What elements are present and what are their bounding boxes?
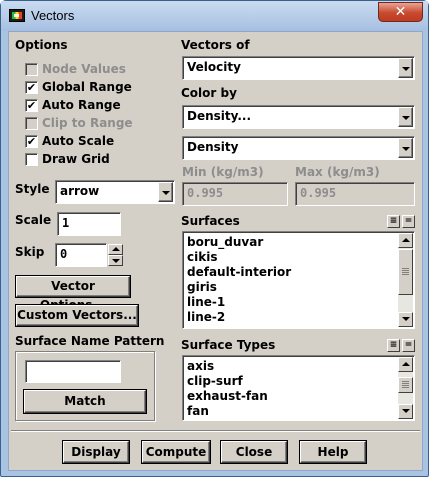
chevron-down-icon[interactable]	[158, 182, 173, 202]
scrollbar-thumb[interactable]	[398, 249, 413, 295]
list-item[interactable]: axis	[187, 359, 214, 373]
compute-button[interactable]: Compute	[142, 441, 210, 463]
scroll-up-icon[interactable]	[398, 233, 413, 248]
style-label: Style	[15, 182, 50, 196]
scrollbar-thumb[interactable]	[398, 377, 413, 393]
list-item[interactable]: giris	[187, 280, 217, 294]
global-range-label: Global Range	[42, 80, 132, 94]
chevron-down-icon[interactable]	[398, 107, 413, 127]
min-value: 0.995	[187, 186, 224, 200]
max-value: 0.995	[300, 186, 337, 200]
scale-label: Scale	[15, 213, 52, 227]
node-values-label: Node Values	[42, 62, 126, 76]
close-button[interactable]: Close	[221, 441, 287, 463]
skip-label: Skip	[15, 245, 45, 259]
clip-to-range-label: Clip to Range	[42, 116, 133, 130]
scale-input[interactable]: 1	[57, 212, 121, 236]
list-item[interactable]: clip-surf	[187, 374, 243, 388]
skip-input[interactable]: 0	[55, 243, 107, 267]
vectors-of-dropdown[interactable]: Velocity	[182, 56, 415, 80]
list-item[interactable]: default-interior	[187, 265, 291, 279]
style-dropdown[interactable]: arrow	[55, 180, 175, 204]
chevron-down-icon[interactable]	[398, 58, 413, 78]
list-item[interactable]: exhaust-fan	[187, 389, 268, 403]
surfaces-label: Surfaces	[181, 214, 240, 228]
skip-decrement-button[interactable]	[108, 255, 123, 266]
color-by-quantity-value: Density	[187, 140, 239, 154]
scroll-up-icon[interactable]	[398, 357, 413, 372]
skip-value: 0	[60, 247, 68, 261]
display-button[interactable]: Display	[63, 441, 129, 463]
surface-types-list[interactable]: axis clip-surf exhaust-fan fan	[182, 355, 415, 421]
window-title: Vectors	[31, 8, 75, 23]
max-label: Max (kg/m3)	[295, 165, 380, 179]
scale-value: 1	[62, 216, 70, 230]
auto-range-checkbox[interactable]: ✔	[25, 99, 38, 112]
surfaces-deselect-all-button[interactable]: =	[402, 215, 415, 228]
min-label: Min (kg/m3)	[182, 165, 264, 179]
color-by-label: Color by	[181, 86, 237, 100]
auto-range-label: Auto Range	[42, 98, 121, 112]
help-button[interactable]: Help	[300, 441, 366, 463]
custom-vectors-button[interactable]: Custom Vectors...	[16, 305, 138, 326]
surface-types-label: Surface Types	[181, 338, 276, 352]
min-field: 0.995	[182, 182, 288, 206]
list-item[interactable]: boru_duvar	[187, 235, 263, 249]
draw-grid-checkbox[interactable]	[25, 153, 38, 166]
window-close-button[interactable]: ✕	[378, 2, 423, 22]
max-field: 0.995	[295, 182, 415, 206]
style-value: arrow	[60, 184, 100, 198]
global-range-checkbox[interactable]: ✔	[25, 81, 38, 94]
options-heading: Options	[15, 38, 68, 52]
surface-types-select-all-button[interactable]: ≡	[387, 339, 400, 352]
clip-to-range-checkbox[interactable]	[25, 117, 38, 130]
auto-scale-checkbox[interactable]: ✔	[25, 135, 38, 148]
vector-options-button[interactable]: Vector Options...	[16, 276, 130, 312]
color-by-category-dropdown[interactable]: Density...	[182, 105, 415, 129]
surfaces-list[interactable]: boru_duvar cikis default-interior giris …	[182, 231, 415, 329]
divider	[11, 430, 420, 432]
dialog-body: Options Node Values ✔ Global Range ✔ Aut…	[8, 31, 423, 471]
surfaces-select-all-button[interactable]: ≡	[387, 215, 400, 228]
surface-name-pattern-label: Surface Name Pattern	[15, 334, 165, 348]
match-button[interactable]: Match	[24, 390, 146, 413]
vectors-dialog: Vectors ✕ Options Node Values ✔ Global R…	[0, 0, 429, 477]
chevron-down-icon[interactable]	[398, 138, 413, 158]
list-item[interactable]: line-2	[187, 310, 225, 324]
app-icon	[9, 9, 25, 22]
title-bar[interactable]: Vectors ✕	[1, 1, 428, 31]
draw-grid-label: Draw Grid	[42, 152, 110, 166]
list-item[interactable]: line-1	[187, 295, 225, 309]
vectors-of-value: Velocity	[187, 60, 241, 74]
vectors-of-label: Vectors of	[181, 38, 250, 52]
scroll-down-icon[interactable]	[398, 404, 413, 419]
list-item[interactable]: fan	[187, 404, 209, 418]
auto-scale-label: Auto Scale	[42, 134, 115, 148]
surface-name-pattern-input[interactable]	[25, 360, 121, 383]
skip-increment-button[interactable]	[108, 244, 123, 255]
color-by-quantity-dropdown[interactable]: Density	[182, 136, 415, 160]
surface-types-scrollbar[interactable]	[398, 357, 413, 419]
scroll-down-icon[interactable]	[398, 312, 413, 327]
node-values-checkbox[interactable]	[25, 63, 38, 76]
surfaces-scrollbar[interactable]	[398, 233, 413, 327]
surface-types-deselect-all-button[interactable]: =	[402, 339, 415, 352]
list-item[interactable]: cikis	[187, 250, 217, 264]
color-by-category-value: Density...	[187, 109, 252, 123]
